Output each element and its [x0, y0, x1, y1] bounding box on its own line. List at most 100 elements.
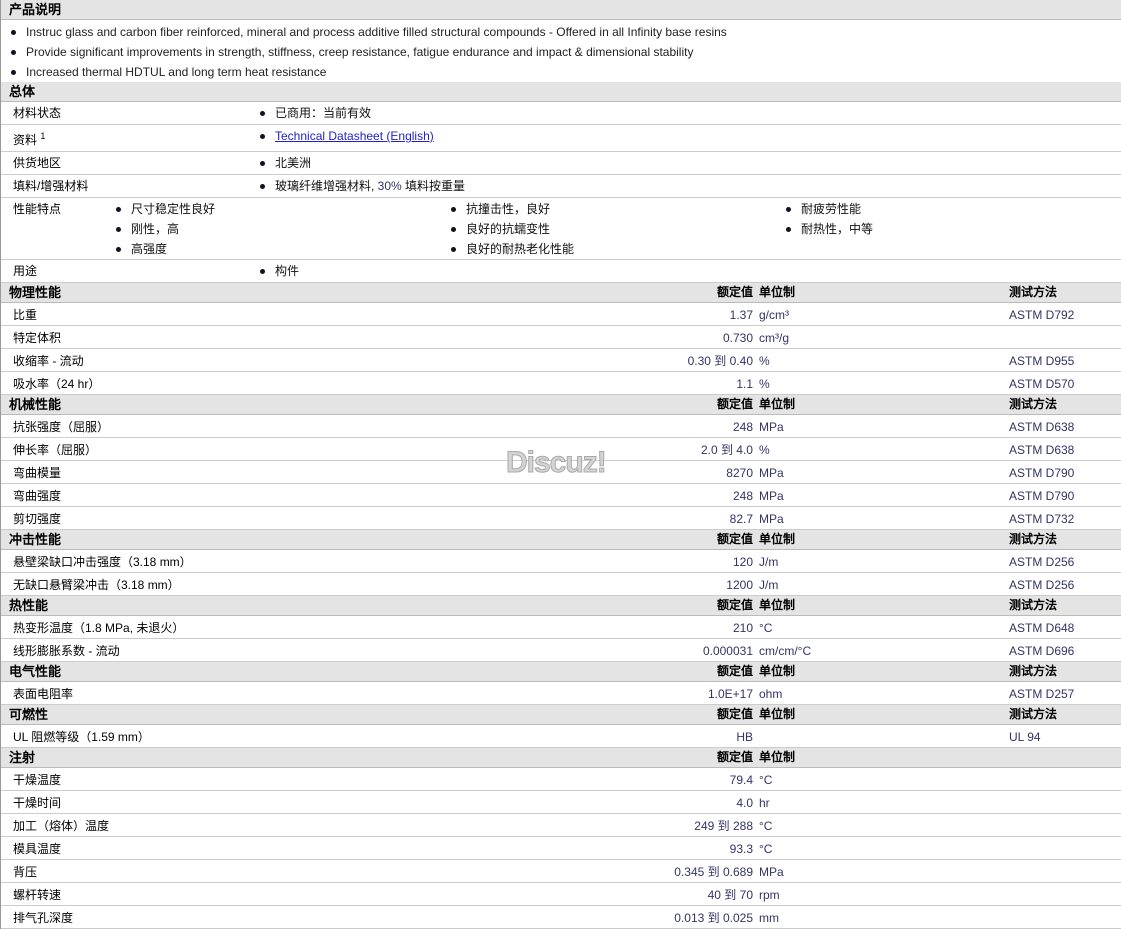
header-unit: 单位制	[759, 397, 796, 411]
property-row: 剪切强度 82.7 MPa ASTM D732	[1, 507, 1121, 530]
value-text: 尺寸稳定性良好	[131, 202, 216, 216]
property-value: 2.0 到 4.0	[700, 443, 753, 457]
value-item: 抗撞击性，良好	[451, 199, 786, 219]
header-value: 额定值	[716, 750, 753, 764]
property-row: 模具温度 93.3 °C	[1, 837, 1121, 860]
property-row: 螺杆转速 40 到 70 rpm	[1, 883, 1121, 906]
row-value: 北美洲	[260, 152, 1121, 174]
test-method: ASTM D570	[1009, 377, 1075, 391]
section-title: 产品说明	[9, 2, 62, 17]
header-method: 测试方法	[1009, 664, 1058, 678]
filler-pre: 玻璃纤维增强材料,	[275, 179, 378, 193]
technical-datasheet-link[interactable]: Technical Datasheet (English)	[275, 129, 434, 143]
label-text: 供货地区	[13, 156, 62, 170]
property-value: 40 到 70	[707, 888, 753, 902]
property-value: 93.3	[729, 842, 753, 856]
properties-table: 物理性能 额定值 单位制 测试方法 比重 1.37 g/cm³ ASTM D792 特定体积 0.…	[1, 283, 1121, 929]
general-table: 材料状态 已商用：当前有效 资料 1 Technical Datasheet (Eng…	[1, 102, 1121, 283]
property-unit: MPa	[759, 865, 784, 879]
property-name: 弯曲模量	[13, 466, 62, 480]
test-method: ASTM D790	[1009, 489, 1075, 503]
general-row: 材料状态 已商用：当前有效	[1, 102, 1121, 125]
row-value: 尺寸稳定性良好 刚性，高 高强度 抗撞击性，良好良好的抗蠕变性 良好的耐热老化性能 耐疲劳…	[116, 198, 1121, 259]
header-value: 额定值	[716, 707, 753, 721]
filler-post: 填料按重量	[401, 179, 466, 193]
section-header: 冲击性能 额定值 单位制 测试方法	[1, 530, 1121, 550]
description-item: Increased thermal HDTUL and long term he…	[1, 62, 1121, 82]
property-name: 弯曲强度	[13, 489, 62, 503]
property-value: 0.30 到 0.40	[687, 354, 753, 368]
property-row: 无缺口悬臂梁冲击（3.18 mm） 1200 J/m ASTM D256	[1, 573, 1121, 596]
property-unit: cm/cm/°C	[759, 644, 812, 658]
property-name: 悬壁梁缺口冲击强度（3.18 mm）	[13, 555, 192, 569]
value-item: 尺寸稳定性良好	[116, 199, 451, 219]
property-unit: g/cm³	[759, 308, 789, 322]
general-row: 供货地区 北美洲	[1, 152, 1121, 175]
property-name: 抗张强度（屈服）	[13, 420, 110, 434]
test-method: ASTM D257	[1009, 687, 1075, 701]
row-label: 性能特点	[1, 198, 116, 259]
test-method: ASTM D732	[1009, 512, 1075, 526]
test-method: ASTM D790	[1009, 466, 1075, 480]
property-unit: rpm	[759, 888, 780, 902]
property-name: 吸水率（24 hr）	[13, 377, 101, 391]
description-item: Provide significant improvements in stre…	[1, 42, 1121, 62]
header-value: 额定值	[716, 598, 753, 612]
value-column: 尺寸稳定性良好 刚性，高 高强度	[116, 199, 451, 259]
property-row: 特定体积 0.730 cm³/g	[1, 326, 1121, 349]
test-method: ASTM D792	[1009, 308, 1075, 322]
property-row: 悬壁梁缺口冲击强度（3.18 mm） 120 J/m ASTM D256	[1, 550, 1121, 573]
test-method: UL 94	[1009, 730, 1041, 744]
property-name: 特定体积	[13, 331, 62, 345]
property-row: 吸水率（24 hr） 1.1% ASTM D570	[1, 372, 1121, 395]
general-row: 填料/增强材料 玻璃纤维增强材料, 30% 填料按重量	[1, 175, 1121, 198]
property-row: 抗张强度（屈服） 248 MPa ASTM D638	[1, 415, 1121, 438]
row-value: Technical Datasheet (English)	[260, 125, 1121, 151]
value-item: 北美洲	[260, 153, 595, 173]
value-item: 构件	[260, 261, 595, 281]
property-unit: %	[759, 354, 770, 368]
section-title: 注射	[9, 750, 36, 765]
section-title: 电气性能	[9, 664, 62, 679]
property-value: 248	[732, 489, 753, 503]
property-row: 加工（熔体）温度 249 到 288 °C	[1, 814, 1121, 837]
filler-pct: 30%	[377, 179, 402, 193]
value-item: Technical Datasheet (English)	[260, 126, 434, 146]
header-unit: 单位制	[759, 707, 796, 721]
property-name: 线形膨胀系数 - 流动	[13, 644, 120, 658]
value-item: 耐疲劳性能	[786, 199, 1121, 219]
section-header: 注射 额定值 单位制	[1, 748, 1121, 768]
footnote-marker: 1	[40, 131, 46, 141]
test-method: ASTM D256	[1009, 578, 1075, 592]
section-title: 可燃性	[9, 707, 49, 722]
section-title: 机械性能	[9, 397, 62, 412]
property-name: 比重	[13, 308, 38, 322]
property-value: 0.000031	[702, 644, 753, 658]
property-unit: MPa	[759, 420, 784, 434]
test-method: ASTM D638	[1009, 420, 1075, 434]
header-unit: 单位制	[759, 285, 796, 299]
property-row: 背压 0.345 到 0.689 MPa	[1, 860, 1121, 883]
property-name: 表面电阻率	[13, 687, 74, 701]
property-unit: J/m	[759, 578, 779, 592]
value-item: 良好的抗蠕变性	[451, 219, 786, 239]
value-item: 高强度	[116, 239, 451, 259]
section-header: 物理性能 额定值 单位制 测试方法	[1, 283, 1121, 303]
value-item: 良好的耐热老化性能	[451, 239, 786, 259]
label-text: 资料	[13, 133, 38, 147]
header-method: 测试方法	[1009, 532, 1058, 546]
value-text: 抗撞击性，良好	[466, 202, 551, 216]
label-text: 用途	[13, 264, 38, 278]
property-name: 加工（熔体）温度	[13, 819, 110, 833]
row-label: 材料状态	[1, 102, 260, 124]
row-label: 资料 1	[1, 125, 260, 151]
header-unit: 单位制	[759, 750, 796, 764]
property-value: 0.345 到 0.689	[674, 865, 753, 879]
value-column: 耐疲劳性能 耐热性，中等	[786, 199, 1121, 259]
header-unit: 单位制	[759, 598, 796, 612]
property-value: 0.730	[722, 331, 753, 345]
general-row: 用途 构件	[1, 260, 1121, 283]
row-label: 用途	[1, 260, 260, 282]
header-value: 额定值	[716, 664, 753, 678]
property-row: 干燥温度 79.4 °C	[1, 768, 1121, 791]
